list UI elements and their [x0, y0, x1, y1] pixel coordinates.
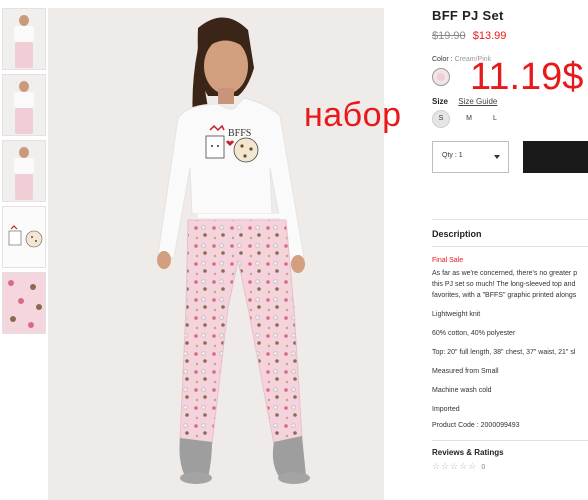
price-row: $19.90 $13.99: [432, 30, 588, 42]
star-icons: ☆☆☆☆☆: [432, 461, 478, 471]
reviews-heading[interactable]: Reviews & Ratings: [432, 448, 504, 457]
review-count: 0: [481, 464, 486, 471]
thumbnail-figure: [14, 92, 34, 108]
spec-item: Machine wash cold: [432, 387, 492, 394]
sale-price: $13.99: [472, 30, 507, 42]
thumbnail-pattern: [8, 280, 42, 328]
thumbnail-1[interactable]: [2, 8, 46, 70]
thumbnail-figure: [15, 108, 33, 134]
product-code: Product Code : 2000099493: [432, 422, 520, 429]
final-sale-label: Final Sale: [432, 257, 464, 264]
thumbnail-figure: [19, 15, 29, 26]
spec-item: Measured from Small: [432, 368, 499, 375]
thumbnail-4[interactable]: [2, 206, 46, 268]
spec-item: Lightweight knit: [432, 311, 481, 318]
rating-stars: ☆☆☆☆☆ 0: [432, 461, 485, 472]
description-heading[interactable]: Description: [432, 229, 482, 239]
thumbnail-figure: [14, 26, 34, 42]
quantity-value: Qty : 1: [442, 152, 463, 159]
quantity-select[interactable]: Qty : 1: [432, 141, 509, 173]
overlay-russian-text: набор: [304, 96, 402, 134]
thumbnail-figure: [15, 174, 33, 200]
size-option-s[interactable]: S: [432, 110, 450, 128]
thumbnail-figure: [15, 42, 33, 68]
description-line: As far as we're concerned, there's no gr…: [432, 270, 578, 277]
divider: [432, 246, 588, 247]
description-line: favorites, with a "BFFS" graphic printed…: [432, 292, 577, 299]
description-line: this PJ set so much! The long-sleeved to…: [432, 281, 576, 288]
description-body: As far as we're concerned, there's no gr…: [432, 268, 588, 301]
thumbnail-5[interactable]: [2, 272, 46, 334]
color-row: Color : Cream/Pink: [432, 56, 491, 63]
thumbnail-strip: [0, 8, 48, 338]
spec-item: 60% cotton, 40% polyester: [432, 330, 516, 337]
size-label: Size: [432, 97, 449, 106]
spec-item: Top: 20" full length, 38" chest, 37" wai…: [432, 349, 576, 356]
spec-item: Imported: [432, 406, 460, 413]
thumbnail-2[interactable]: [2, 74, 46, 136]
add-to-bag-button[interactable]: [523, 141, 588, 173]
size-row: Size Size Guide: [432, 97, 497, 106]
divider: [432, 219, 588, 220]
original-price: $19.90: [432, 30, 466, 42]
chevron-down-icon: [494, 155, 500, 159]
thumbnail-figure: [19, 81, 29, 92]
thumbnail-figure: [19, 147, 29, 158]
color-swatch-cream-pink[interactable]: [432, 68, 450, 86]
size-option-m[interactable]: M: [460, 110, 478, 128]
thumbnail-3[interactable]: [2, 140, 46, 202]
product-title: BFF PJ Set: [432, 8, 504, 23]
size-guide-link[interactable]: Size Guide: [458, 97, 497, 106]
product-hero-image: BFFS: [48, 8, 384, 500]
shirt-text: BFFS: [228, 128, 251, 139]
model-illustration: BFFS: [48, 8, 384, 500]
color-label: Color :: [432, 56, 453, 63]
product-details: BFF PJ Set $19.90 $13.99: [432, 8, 588, 42]
thumbnail-graphic: [8, 225, 43, 248]
color-value: Cream/Pink: [454, 56, 492, 63]
size-option-l[interactable]: L: [486, 110, 504, 128]
thumbnail-figure: [14, 158, 34, 174]
divider: [432, 440, 588, 441]
